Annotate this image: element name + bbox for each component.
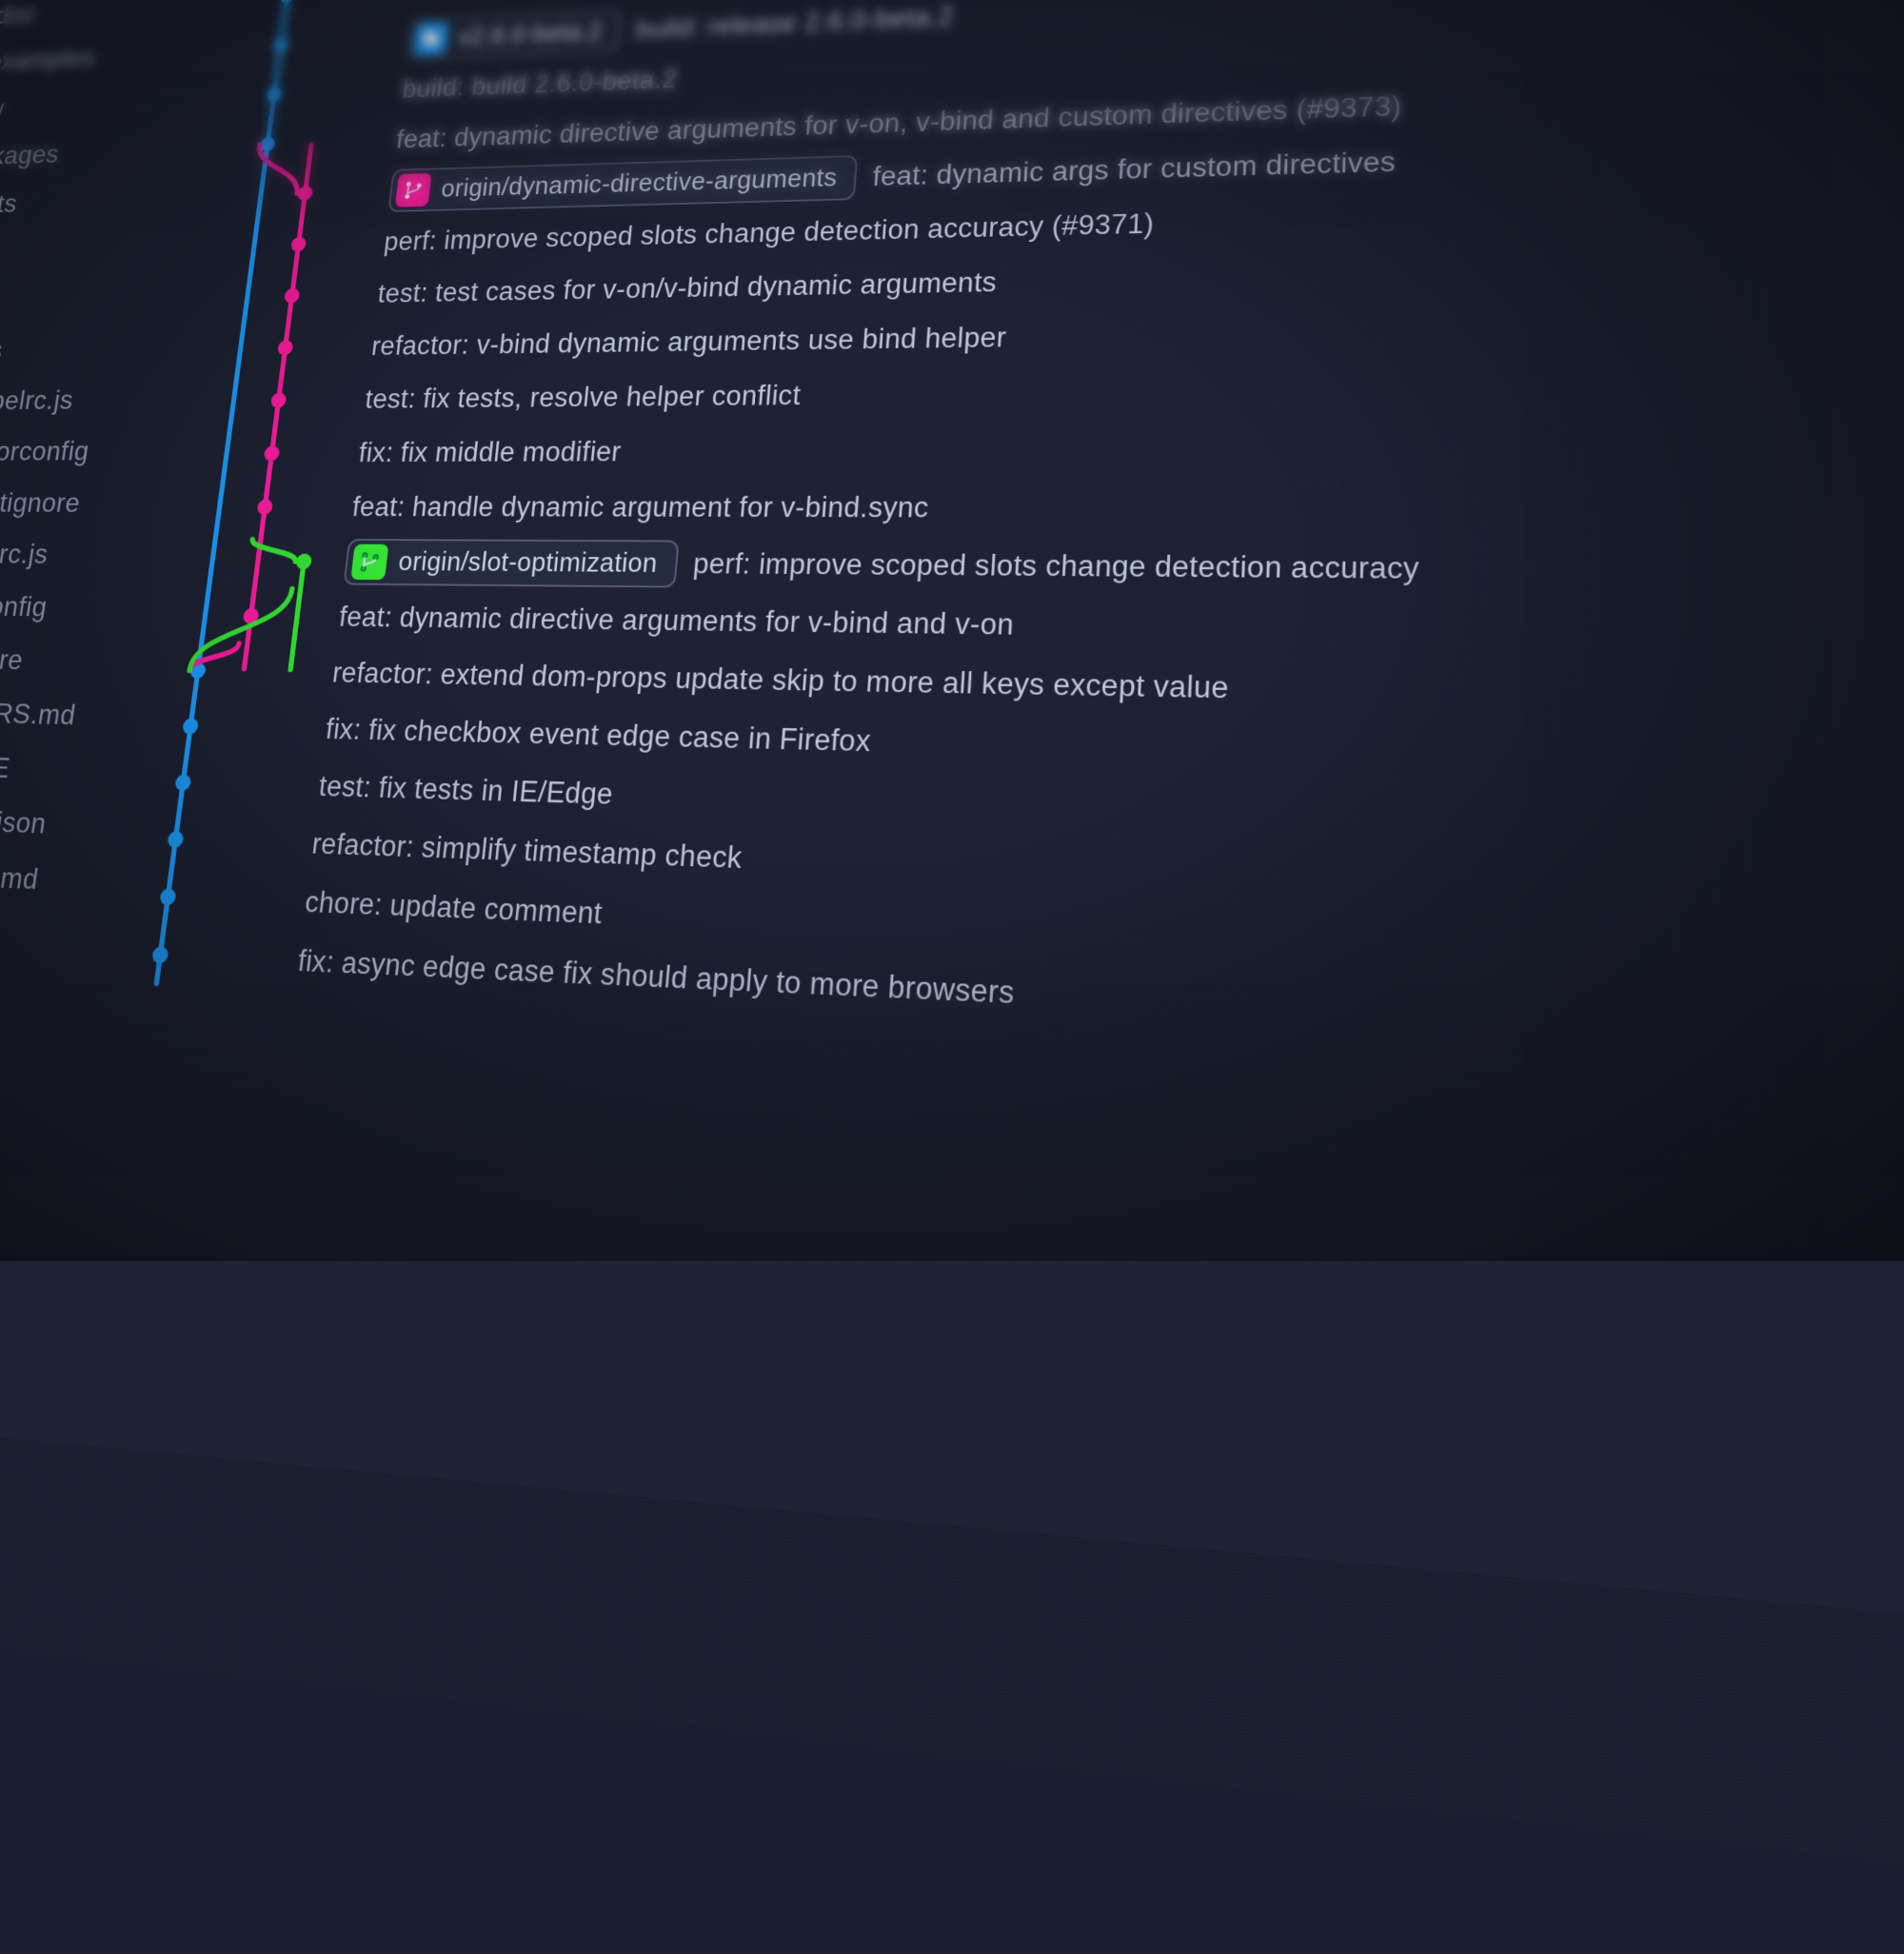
- commit-node-icon: [189, 661, 207, 678]
- commit-node-icon: [277, 340, 293, 355]
- commit-message: refactor: simplify timestamp check: [310, 827, 744, 876]
- tree-item[interactable]: ▸packages: [0, 124, 223, 182]
- git-branch-icon: [350, 543, 388, 580]
- tree-item[interactable]: .eslintignore: [0, 476, 175, 528]
- tree-item-label: examples: [0, 33, 98, 85]
- graph-lanes: [239, 64, 406, 120]
- tree-item-label: BACKERS.md: [0, 684, 79, 741]
- graph-lanes: [161, 642, 336, 701]
- commit-message: build: build 2.6.0-beta.2: [401, 64, 679, 104]
- graph-lanes: [146, 753, 323, 815]
- tree-item[interactable]: .babelrc.js: [0, 373, 188, 426]
- graph-lanes: [130, 866, 309, 931]
- tree-item-label: .babelrc.js: [0, 374, 77, 425]
- commit-node-icon: [279, 0, 295, 3]
- branch-badge[interactable]: origin/dynamic-directive-arguments: [387, 155, 858, 212]
- tree-item-label: README.md: [0, 845, 42, 906]
- commit-message: refactor: v-bind dynamic arguments use b…: [370, 321, 1008, 361]
- commit-message: test: fix tests, resolve helper conflict: [364, 379, 802, 414]
- branch-label: origin/slot-optimization: [397, 547, 659, 579]
- commit-node-icon: [151, 946, 169, 964]
- graph-lanes: [246, 14, 411, 70]
- graph-lanes: [138, 809, 316, 872]
- tree-item[interactable]: .flowconfig: [0, 579, 160, 635]
- tree-item-label: types: [0, 326, 7, 376]
- commit-node-icon: [182, 718, 199, 734]
- tree-item-label: dist: [0, 0, 38, 38]
- graph-lanes: [153, 698, 329, 758]
- tree-item-label: packages: [0, 129, 63, 181]
- tree-item-label: LICENSE: [0, 738, 14, 795]
- app-window: ▸github▸benchmarks▸dist▸examples▸flow▸pa…: [0, 0, 1904, 1660]
- tree-item-label: flow: [0, 84, 8, 132]
- commit-node-icon: [270, 392, 288, 407]
- commit-message: feat: handle dynamic argument for v-bind…: [350, 491, 929, 524]
- commit-node-icon: [264, 445, 281, 461]
- commit-node-icon: [159, 888, 176, 905]
- commit-message: feat: dynamic directive arguments for v-…: [337, 601, 1015, 641]
- commit-node-icon: [267, 87, 283, 102]
- commit-node-icon: [260, 136, 276, 151]
- commit-message-area: feat: handle dynamic argument for v-bind…: [350, 490, 1904, 527]
- commit-node-icon: [284, 287, 300, 303]
- commit-node-icon: [167, 830, 184, 847]
- commit-message: perf: improve scoped slots change detect…: [383, 207, 1155, 257]
- commit-message: fix: fix checkbox event edge case in Fir…: [324, 712, 872, 758]
- graph-lanes: [169, 587, 343, 644]
- commit-message: fix: fix middle modifier: [357, 436, 623, 468]
- commit-message: refactor: extend dom-props update skip t…: [330, 656, 1229, 705]
- tag-icon: [413, 22, 449, 55]
- commit-message: feat: dynamic args for custom directives: [872, 146, 1397, 192]
- tree-item[interactable]: .eslintrc.js: [0, 527, 168, 582]
- graph-lanes: [190, 425, 362, 480]
- git-branch-icon: [395, 172, 432, 207]
- commit-message: perf: improve scoped slots change detect…: [692, 547, 1419, 586]
- graph-lanes: [183, 480, 355, 534]
- graph-lanes: [226, 165, 393, 220]
- tree-item[interactable]: package.json: [0, 789, 130, 854]
- tree-item-label: .editorconfig: [0, 424, 93, 476]
- commit-message: test: test cases for v-on/v-bind dynamic…: [376, 266, 998, 308]
- tree-item[interactable]: BACKERS.md: [0, 682, 146, 742]
- commit-message-area: test: fix tests, resolve helper conflict: [364, 364, 1904, 415]
- commit-node-icon: [256, 499, 273, 514]
- commit-row[interactable]: feat: handle dynamic argument for v-bind…: [183, 477, 1904, 542]
- commit-message: chore: update comment: [303, 885, 604, 931]
- graph-lanes: [232, 114, 399, 169]
- tag-label: v2.6.0-beta.2: [457, 17, 603, 49]
- commit-node-icon: [272, 37, 288, 52]
- commit-message: build: release 2.6.0-beta.2: [634, 1, 955, 45]
- graph-lanes: [123, 924, 302, 991]
- tree-item[interactable]: LICENSE: [0, 736, 138, 799]
- commit-message: test: fix tests in IE/Edge: [317, 769, 614, 811]
- git-graph-panel[interactable]: build: build 2.6.0-beta.3build: fix feat…: [51, 0, 1904, 1660]
- tree-item[interactable]: .editorconfig: [0, 424, 182, 477]
- graph-lanes: [219, 216, 387, 271]
- commit-node-icon: [295, 553, 312, 569]
- branch-badge[interactable]: origin/slot-optimization: [344, 539, 680, 587]
- tree-item[interactable]: ▸types: [0, 322, 196, 376]
- commit-node-icon: [290, 236, 307, 251]
- graph-lanes: [198, 372, 369, 426]
- branch-label: origin/dynamic-directive-arguments: [440, 164, 838, 203]
- tree-item[interactable]: README.md: [0, 843, 123, 910]
- tree-item[interactable]: .gitignore: [0, 630, 153, 688]
- tree-item[interactable]: ▸src: [0, 222, 209, 278]
- tree-item[interactable]: ▸scripts: [0, 172, 216, 229]
- tree-item[interactable]: ▸test: [0, 271, 203, 326]
- tree-item-label: .eslintrc.js: [0, 527, 51, 580]
- tree-item-label: .flowconfig: [0, 580, 50, 634]
- commit-node-icon: [243, 607, 260, 623]
- tree-item-label: scripts: [0, 179, 21, 229]
- graph-lanes: [176, 533, 349, 588]
- commit-node-icon: [174, 774, 191, 791]
- commit-node-icon: [297, 186, 313, 201]
- commit-message-area: fix: fix middle modifier: [357, 426, 1904, 468]
- tag-badge[interactable]: v2.6.0-beta.2: [406, 10, 622, 61]
- tree-item-label: .gitignore: [0, 631, 27, 686]
- graph-lanes: [205, 320, 375, 374]
- graph-lanes: [211, 267, 381, 323]
- tree-item-label: package.json: [0, 791, 50, 851]
- tree-item-label: .eslintignore: [0, 476, 84, 528]
